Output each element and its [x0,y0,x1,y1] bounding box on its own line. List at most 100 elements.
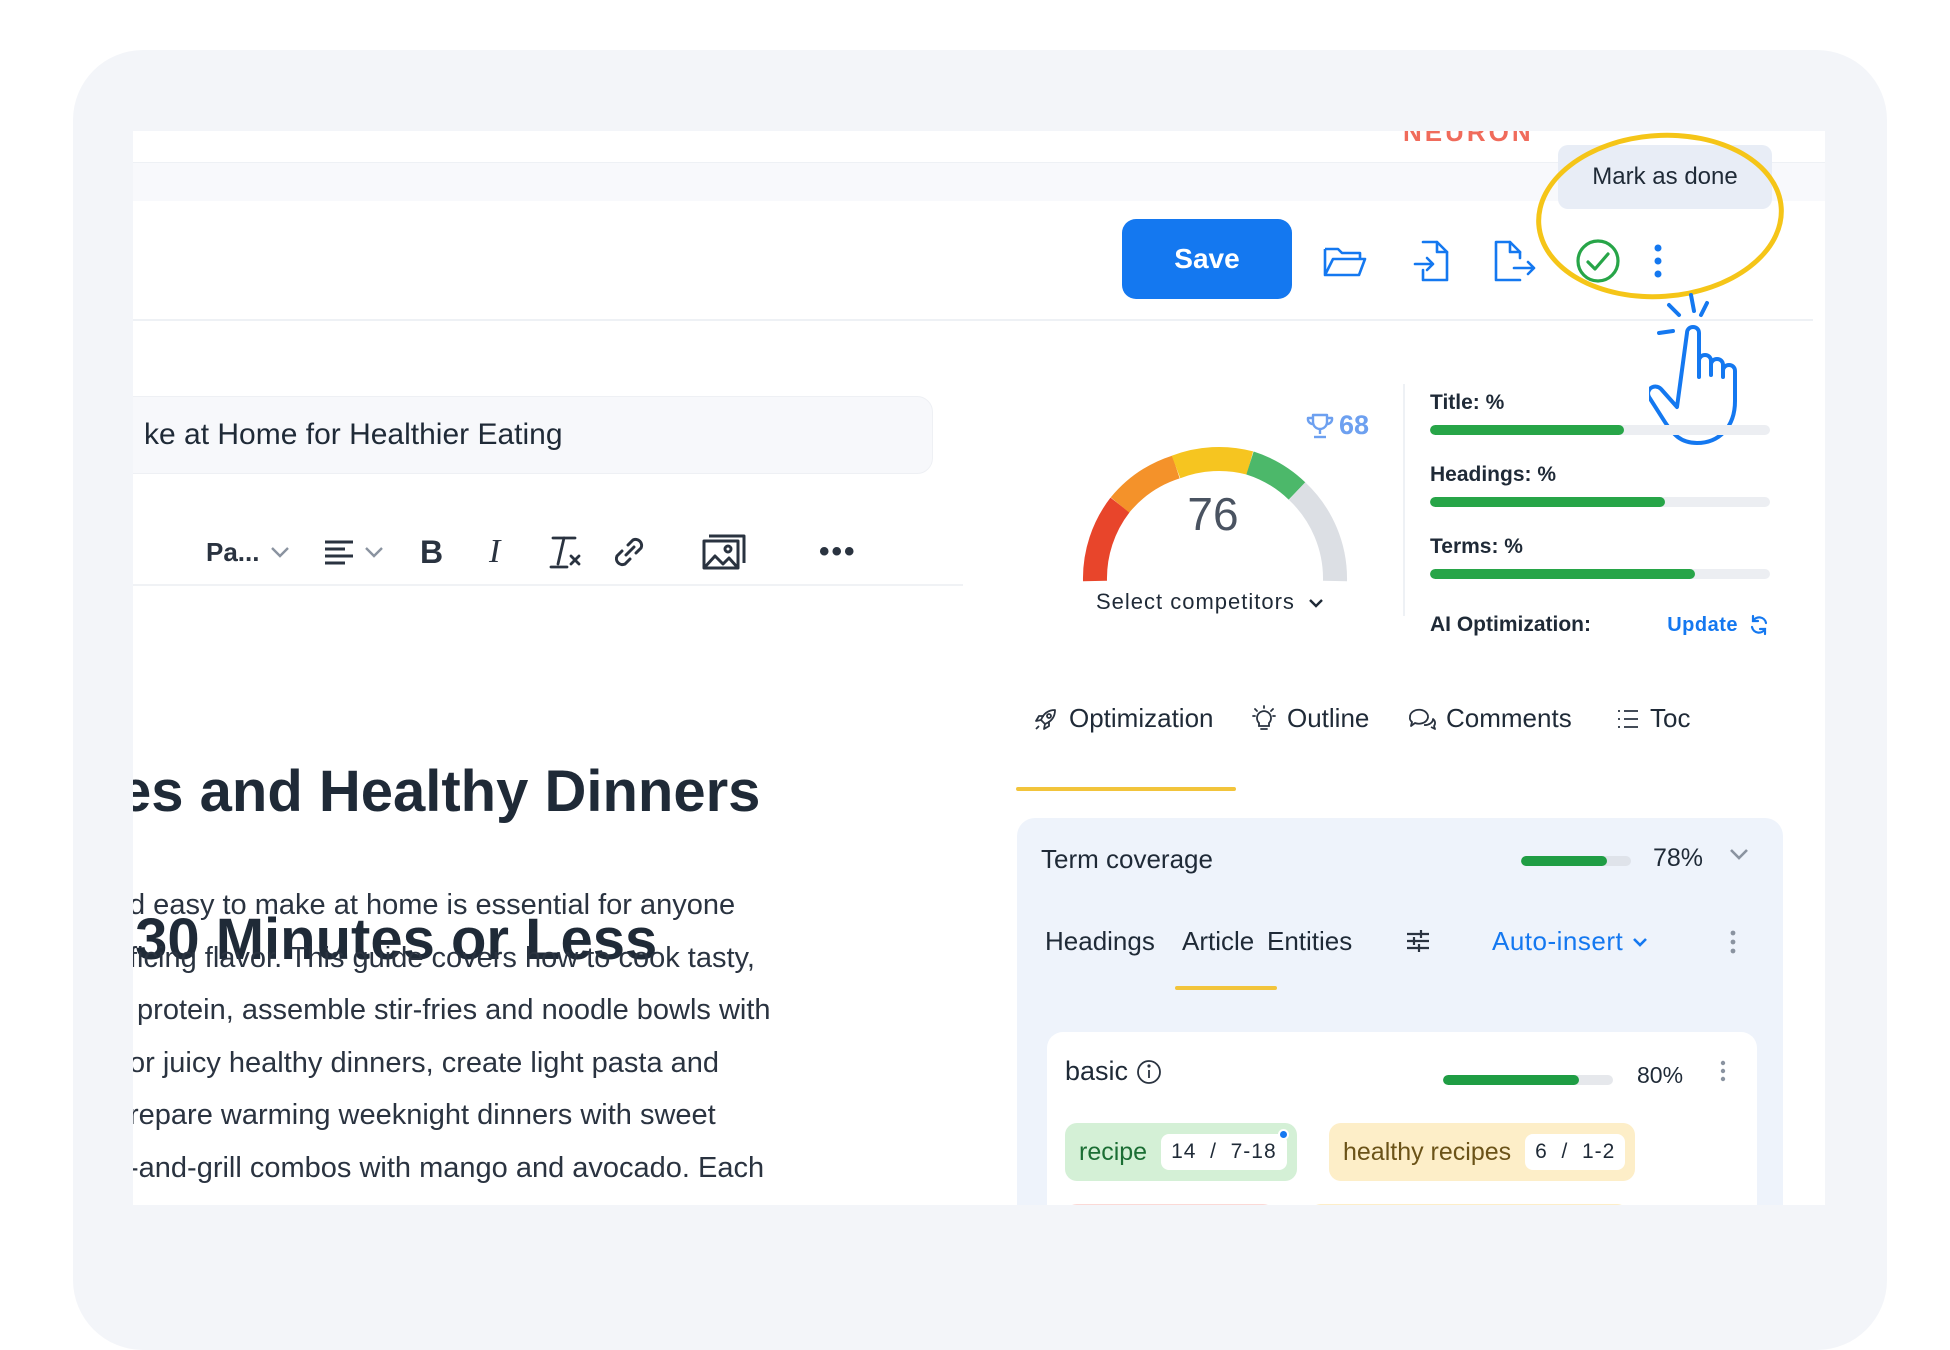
chevron-down-icon[interactable] [1727,846,1751,862]
chevron-down-icon [365,547,383,558]
article-paragraph[interactable]: d easy to make at home is essential for … [133,879,989,1194]
clear-format-icon[interactable] [549,527,583,577]
metric-bar [1430,425,1770,435]
paragraph-style-label: Pa... [206,536,260,567]
term-coverage-bar-fill [1521,856,1607,866]
metric-title: Title: % [1430,391,1770,435]
paragraph-line: -and-grill combos with mango and avocado… [133,1151,765,1184]
subtab-entities[interactable]: Entities [1267,926,1352,957]
metric-bar-fill [1430,569,1696,579]
competitor-score: 68 [1305,410,1369,441]
term-chip[interactable]: healthy recipes 6 / 1-2 [1329,1123,1636,1181]
term-chip-label: recipe [1079,1137,1148,1166]
paragraph-line: ficing flavor. This guide covers how to … [133,941,755,974]
editor-app: NEURON Mark as done Save ke at Home for … [133,131,1825,1205]
chevron-down-icon [271,547,290,558]
check-circle-icon[interactable] [1572,235,1624,287]
paragraph-line: protein, assemble stir-fries and noodle … [133,994,771,1026]
tab-label: Comments [1446,703,1572,733]
article-title-input[interactable]: ke at Home for Healthier Eating [133,396,933,474]
active-tab-indicator [1016,787,1236,791]
term-group-basic: basic 80% recipe 14 / 7-18 healthy recip… [1047,1032,1757,1205]
term-chip[interactable]: recipe 14 / 7-18 [1065,1123,1297,1181]
term-group-bar-fill [1443,1075,1579,1085]
term-group-label: basic [1065,1056,1129,1086]
select-competitors-dropdown[interactable]: Select competitors [1090,589,1330,615]
metric-label: Headings: % [1430,463,1557,486]
link-icon[interactable] [610,527,648,577]
metric-headings: Headings: % [1430,463,1770,507]
italic-icon[interactable]: I [489,527,500,577]
term-coverage-bar [1521,856,1631,866]
auto-insert-label: Auto-insert [1492,926,1624,956]
more-vertical-icon[interactable] [1729,930,1737,954]
align-left-icon [325,540,353,565]
ai-update-label: Update [1667,613,1738,636]
align-select[interactable] [323,527,385,577]
brand-logo: NEURON [1403,131,1534,147]
metric-bar [1430,497,1770,507]
folder-open-icon[interactable] [1319,235,1371,287]
tab-optimization[interactable]: Optimization [1033,703,1214,734]
term-chip-partial [1065,1204,1275,1205]
tab-label: Toc [1650,703,1691,733]
content-score-value: 76 [1187,488,1239,540]
term-chip-count: 6 / 1-2 [1525,1134,1626,1170]
heading-line: es and Healthy Dinners [133,759,761,824]
metric-label: Title: % [1430,391,1505,414]
refresh-icon [1750,614,1768,636]
term-coverage-card: Term coverage 78% Headings Article Entit… [1017,818,1783,1205]
chevron-down-icon [1309,599,1323,608]
tab-label: Optimization [1069,703,1214,733]
more-horizontal-icon[interactable]: ••• [819,527,857,577]
chevron-down-icon [1633,937,1648,947]
more-vertical-icon[interactable] [1643,235,1673,287]
term-group-title: basic [1065,1056,1162,1087]
paragraph-line: or juicy healthy dinners, create light p… [133,1046,720,1079]
score-divider [1403,384,1405,616]
comments-icon [1409,708,1436,730]
term-chip-count: 14 / 7-18 [1161,1134,1287,1170]
subtab-headings[interactable]: Headings [1045,926,1155,957]
term-group-bar [1443,1075,1613,1085]
auto-insert-dropdown[interactable]: Auto-insert [1492,926,1649,957]
tab-toc[interactable]: Toc [1616,703,1690,734]
format-toolbar: Pa... B I ••• [133,521,953,585]
metric-bar-fill [1430,497,1665,507]
export-document-icon[interactable] [1489,235,1541,287]
subtab-article[interactable]: Article [1182,926,1254,957]
lightbulb-icon [1252,704,1276,730]
ai-optimization-row: AI Optimization: Update [1430,613,1770,637]
unread-dot [1277,1129,1289,1140]
term-group-percent: 80% [1637,1062,1684,1088]
import-document-icon[interactable] [1406,235,1458,287]
metric-label: Terms: % [1430,535,1523,558]
ai-optimization-label: AI Optimization: [1430,613,1591,636]
paragraph-line: d easy to make at home is essential for … [133,889,736,921]
insert-image-icon[interactable] [701,527,747,577]
paragraph-line: repare warming weeknight dinners with sw… [133,1099,716,1131]
more-vertical-icon[interactable] [1719,1060,1727,1082]
info-icon[interactable] [1136,1059,1162,1085]
trophy-icon [1306,413,1334,438]
toolbar-divider [133,319,1813,321]
bold-icon[interactable]: B [420,527,443,577]
competitor-score-value: 68 [1339,410,1370,440]
term-coverage-percent: 78% [1653,844,1704,872]
format-divider [133,584,963,586]
select-competitors-label: Select competitors [1095,589,1295,614]
term-chip-label: healthy recipes [1343,1137,1512,1166]
tab-comments[interactable]: Comments [1408,703,1572,734]
term-chip-partial [1309,1204,1629,1205]
metric-terms: Terms: % [1430,535,1770,579]
tab-outline[interactable]: Outline [1251,703,1369,734]
paragraph-style-select[interactable]: Pa... [206,527,291,577]
metric-bar-fill [1430,425,1624,435]
metric-bar [1430,569,1770,579]
ai-update-button[interactable]: Update [1667,614,1770,637]
save-button[interactable]: Save [1122,219,1292,299]
rocket-icon [1035,708,1056,730]
term-coverage-title: Term coverage [1041,844,1213,874]
sliders-icon[interactable] [1405,928,1431,954]
tab-label: Outline [1287,703,1370,733]
